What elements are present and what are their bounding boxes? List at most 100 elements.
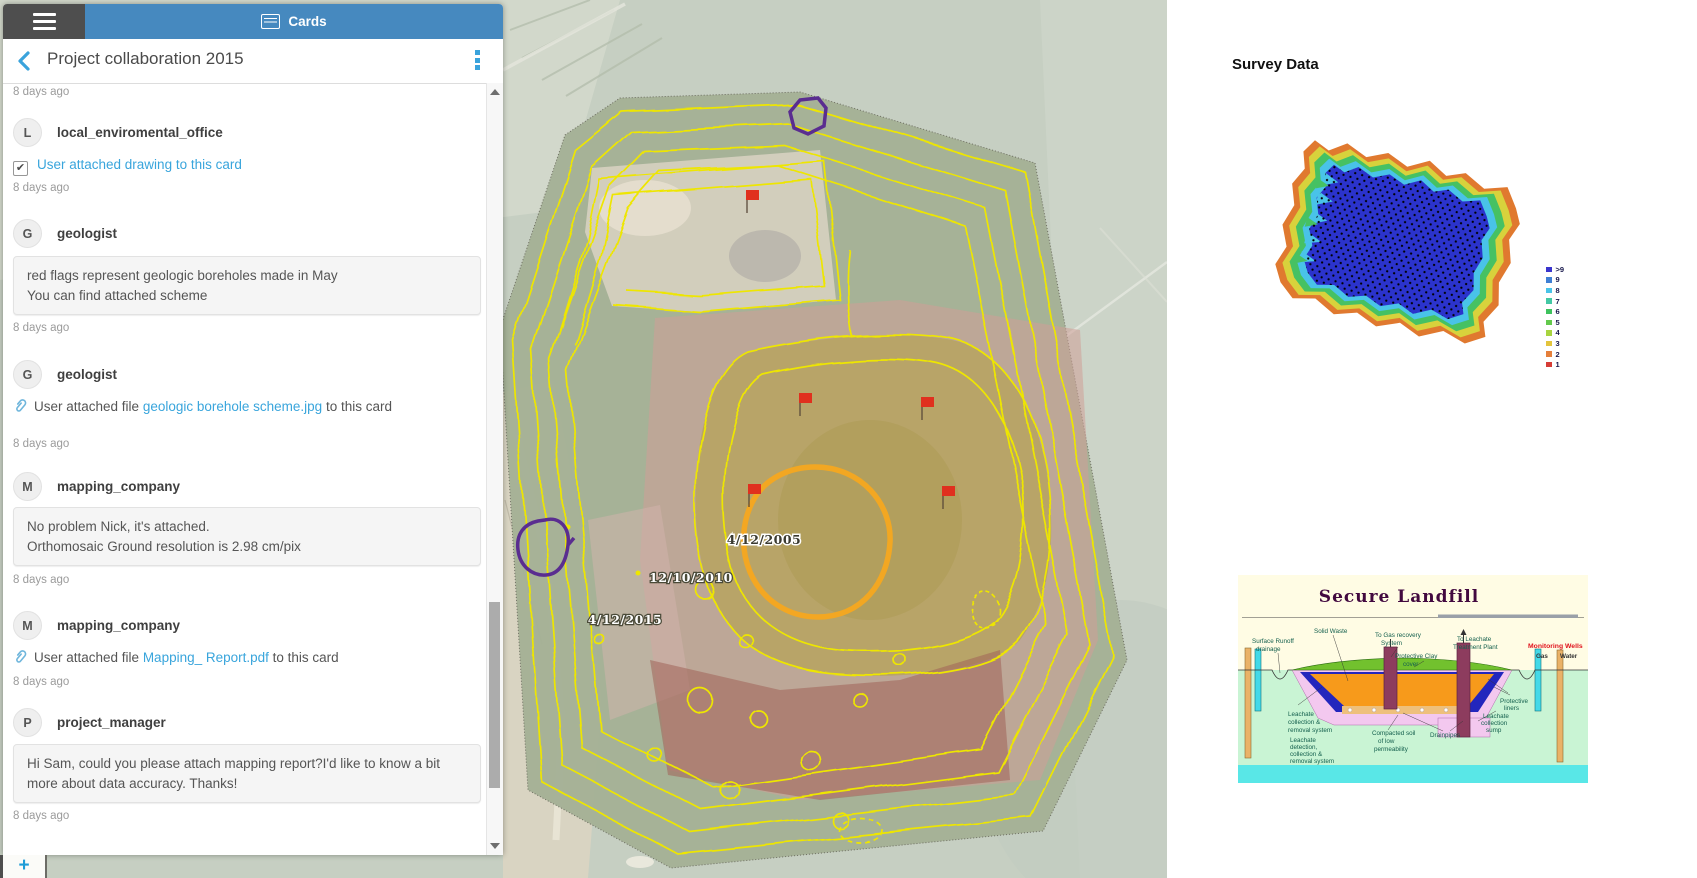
attachment-link[interactable]: geologic borehole scheme.jpg [143, 399, 322, 414]
drawing-link[interactable]: User attached drawing to this card [37, 157, 242, 172]
app-window: 4/12/2005 12/10/2010 4/12/2015 Cards Pro… [0, 0, 1697, 878]
svg-text:removal system: removal system [1290, 758, 1334, 765]
svg-text:Solid Waste: Solid Waste [1314, 628, 1348, 635]
legend-swatch [1546, 351, 1552, 357]
svg-text:of low: of low [1378, 738, 1395, 745]
scrollbar[interactable] [486, 83, 503, 855]
comment-message: Hi Sam, could you please attach mapping … [13, 744, 481, 803]
legend-swatch [1546, 308, 1552, 315]
svg-text:Water: Water [1560, 653, 1578, 660]
comment-feed: 8 days ago L local_enviromental_office ✔… [3, 84, 486, 855]
scroll-up-arrow[interactable] [490, 89, 500, 95]
legend-row: 6 [1546, 306, 1564, 317]
legend-swatch [1546, 340, 1552, 347]
avatar: G [13, 360, 42, 389]
comment-author: M mapping_company [13, 472, 181, 501]
svg-text:drainage: drainage [1256, 646, 1281, 653]
scroll-down-arrow[interactable] [490, 843, 500, 849]
svg-text:detection,: detection, [1290, 744, 1318, 751]
avatar: G [13, 219, 42, 248]
svg-text:Protective: Protective [1500, 698, 1528, 705]
landfill-title: Secure Landfill [1319, 587, 1479, 607]
svg-text:collection: collection [1481, 720, 1508, 727]
legend-row: 8 [1546, 285, 1564, 296]
avatar: M [13, 611, 42, 640]
page-title: Project collaboration 2015 [47, 49, 244, 68]
avatar: L [13, 118, 42, 147]
svg-text:To Leachate: To Leachate [1457, 636, 1492, 643]
legend-row: 5 [1546, 317, 1564, 328]
username: mapping_company [57, 618, 181, 633]
paperclip-icon [16, 399, 27, 412]
tab-cards[interactable]: Cards [85, 4, 503, 39]
attachment-row: User attached file Mapping_ Report.pdf t… [13, 648, 453, 668]
svg-text:liners: liners [1504, 705, 1519, 712]
timestamp: 8 days ago [13, 810, 70, 822]
kebab-menu-icon [475, 50, 480, 55]
svg-text:Surface Runoff: Surface Runoff [1252, 638, 1294, 645]
timestamp: 8 days ago [13, 676, 70, 688]
legend-swatch [1546, 361, 1552, 368]
avatar: M [13, 472, 42, 501]
svg-text:To Gas recovery: To Gas recovery [1375, 632, 1422, 639]
comment-author: G geologist [13, 360, 117, 389]
svg-text:removal system: removal system [1288, 727, 1332, 734]
timestamp: 8 days ago [13, 182, 70, 194]
scrollbar-thumb[interactable] [489, 602, 500, 788]
secure-landfill-diagram: Secure Landfill Solid Waste Surface Runo… [1238, 575, 1588, 783]
username: local_enviromental_office [57, 125, 223, 140]
svg-text:Treatment Plant: Treatment Plant [1453, 644, 1498, 651]
cards-icon [261, 14, 281, 29]
avatar: P [13, 708, 42, 737]
legend-swatch [1546, 277, 1552, 283]
svg-text:Protective Clay: Protective Clay [1395, 653, 1438, 660]
panel-topbar: Cards [3, 4, 503, 39]
svg-text:cover: cover [1403, 661, 1418, 668]
cards-panel: Cards Project collaboration 2015 8 days … [3, 4, 503, 855]
timestamp: 8 days ago [13, 438, 70, 450]
username: geologist [57, 226, 117, 241]
svg-text:System: System [1381, 640, 1402, 647]
svg-text:Leachate: Leachate [1483, 713, 1509, 720]
legend-swatch [1546, 266, 1552, 273]
svg-text:Leachate: Leachate [1288, 711, 1314, 718]
legend-row: >9 [1546, 264, 1564, 275]
legend-swatch [1546, 298, 1552, 304]
comment-message: red flags represent geologic boreholes m… [13, 256, 481, 315]
attachment-row: User attached file geologic borehole sch… [13, 397, 398, 417]
username: geologist [57, 367, 117, 382]
legend-row: 9 [1546, 275, 1564, 286]
svg-text:collection &: collection & [1290, 751, 1323, 758]
svg-text:Drainpipes: Drainpipes [1430, 732, 1460, 739]
paperclip-icon [16, 650, 27, 663]
timestamp: 8 days ago [13, 322, 70, 334]
svg-text:collection &: collection & [1288, 719, 1321, 726]
username: project_manager [57, 715, 166, 730]
svg-text:Gas: Gas [1536, 653, 1548, 660]
svg-text:Leachate: Leachate [1290, 737, 1316, 744]
attachment-link[interactable]: Mapping_ Report.pdf [143, 650, 269, 665]
legend-row: 7 [1546, 296, 1564, 307]
comment-author: P project_manager [13, 708, 166, 737]
timestamp: 8 days ago [13, 574, 70, 586]
svg-text:Monitoring Wells: Monitoring Wells [1528, 643, 1583, 650]
back-button[interactable] [13, 49, 37, 73]
svg-text:permeability: permeability [1374, 746, 1409, 753]
legend-swatch [1546, 287, 1552, 294]
card-header: Project collaboration 2015 [3, 39, 503, 84]
svg-text:Compacted soil: Compacted soil [1372, 730, 1415, 737]
drawing-checkbox[interactable]: ✔ [13, 161, 28, 176]
survey-data-title: Survey Data [1232, 56, 1319, 73]
comment-message: No problem Nick, it's attached. Orthomosa… [13, 507, 481, 566]
card-menu-button[interactable] [475, 50, 481, 73]
comment-author: M mapping_company [13, 611, 181, 640]
add-card-button[interactable]: + [3, 855, 47, 878]
map-date-label-2015: 4/12/2015 [588, 612, 663, 627]
hamburger-icon [32, 9, 56, 34]
legend-row: 3 [1546, 338, 1564, 349]
hamburger-menu-button[interactable] [3, 4, 85, 39]
username: mapping_company [57, 479, 181, 494]
svg-text:sump: sump [1486, 727, 1502, 734]
map-date-label-2010: 12/10/2010 [649, 570, 733, 585]
map-date-label-2005: 4/12/2005 [727, 532, 802, 547]
